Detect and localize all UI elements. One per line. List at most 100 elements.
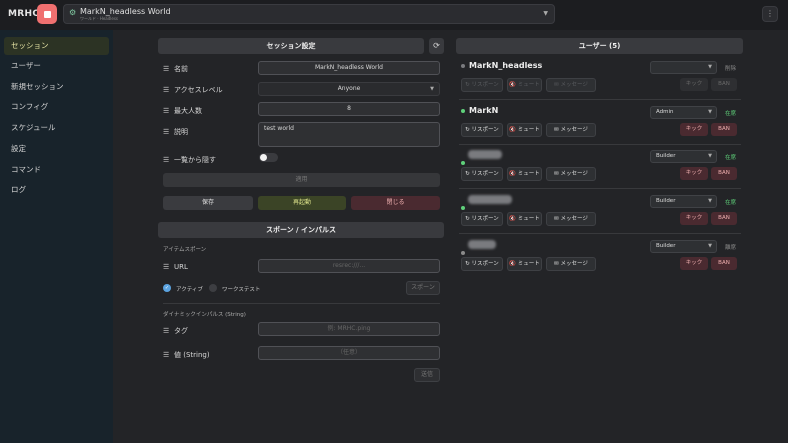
access-level-select[interactable]: Anyone ▼ [258,82,440,96]
name-label: ☰ 名前 [163,64,188,74]
divider [163,303,440,304]
presence-dot [461,108,465,113]
close-session-button[interactable]: 閉じる [351,196,440,210]
apply-button[interactable]: 適用 [163,173,440,187]
message-button[interactable]: ✉ メッセージ [546,78,596,92]
access-label-text: アクセスレベル [174,86,223,94]
presence-status: 在席 [725,200,737,206]
drag-handle-icon: ☰ [163,327,170,335]
mute-button[interactable]: 🔇 ミュート [507,212,542,226]
mute-button[interactable]: 🔇 ミュート [507,78,542,92]
respawn-button[interactable]: ↻ リスポーン [461,212,503,226]
kick-button[interactable]: キック [680,123,708,136]
drag-handle-icon: ☰ [163,107,170,115]
sidebar-item-users[interactable]: ユーザー [4,57,109,75]
ban-button[interactable]: BAN [711,78,737,91]
role-select[interactable]: Admin ▼ [650,106,717,119]
mute-button[interactable]: 🔇 ミュート [507,167,542,181]
worldtest-radio-label: ワークステスト [222,287,261,293]
kick-button[interactable]: キック [680,78,708,91]
refresh-icon[interactable]: ⟳ [429,38,444,54]
send-impulse-button[interactable]: 送信 [414,368,440,382]
sidebar-item-settings[interactable]: 設定 [4,140,109,158]
mute-button[interactable]: 🔇 ミュート [507,123,542,137]
chevron-down-icon: ▼ [708,198,712,204]
respawn-button[interactable]: ↻ リスポーン [461,123,503,137]
tag-label-text: タグ [174,327,188,335]
message-button[interactable]: ✉ メッセージ [546,257,596,271]
drag-handle-icon: ☰ [163,86,170,94]
user-divider [459,188,741,189]
sidebar-item-config[interactable]: コンフィグ [4,98,109,116]
value-label-text: 値 (String) [174,351,210,359]
chevron-down-icon: ▼ [543,10,548,17]
sidebar-item-new-session[interactable]: 新規セッション [4,78,109,96]
presence-dot [461,250,465,255]
chevron-down-icon: ▼ [430,86,434,92]
sidebar-item-session[interactable]: セッション [4,37,109,55]
sidebar-item-logs[interactable]: ログ [4,181,109,199]
ban-button[interactable]: BAN [711,167,737,180]
url-label-text: URL [174,263,188,271]
sidebar-item-commands[interactable]: コマンド [4,161,109,179]
user-divider [459,144,741,145]
ban-button[interactable]: BAN [711,257,737,270]
active-radio[interactable]: ✓ [163,284,171,292]
presence-status: 削除 [725,66,737,72]
sidebar-item-schedule[interactable]: スケジュール [4,119,109,137]
restart-button[interactable]: 再起動 [258,196,346,210]
role-value: Admin [656,109,674,115]
respawn-button[interactable]: ↻ リスポーン [461,78,503,92]
url-input[interactable]: resrec:///... [258,259,440,273]
ban-button[interactable]: BAN [711,212,737,225]
description-label: ☰ 説明 [163,127,188,137]
role-value: Builder [656,153,676,159]
presence-dot [461,63,465,68]
kick-button[interactable]: キック [680,257,708,270]
spawn-button[interactable]: スポーン [406,281,440,295]
user-name-text: MarkN_headless [469,61,543,70]
session-settings-header: セッション設定 [158,38,424,54]
stop-button[interactable] [37,4,57,24]
role-select[interactable]: ▼ [650,61,717,74]
worldtest-radio[interactable] [209,284,217,292]
more-menu-button[interactable]: ⋮ [762,6,778,22]
save-button[interactable]: 保存 [163,196,253,210]
main-content: セッション設定 ⟳ ☰ 名前 MarkN_headless World ☰ アクセス… [113,30,788,443]
session-name-input[interactable]: MarkN_headless World [258,61,440,75]
message-button[interactable]: ✉ メッセージ [546,212,596,226]
presence-status: 離席 [725,245,737,251]
chevron-down-icon: ▼ [708,153,712,159]
world-name: MarkN_headless World [80,7,171,16]
description-label-text: 説明 [174,128,188,136]
respawn-button[interactable]: ↻ リスポーン [461,257,503,271]
user-name: MarkN_headless [461,61,542,70]
chevron-down-icon: ▼ [708,64,712,70]
description-textarea[interactable]: test world [258,122,440,147]
impulse-section-label: ダイナミックインパルス (String) [163,312,246,318]
chevron-down-icon: ▼ [708,243,712,249]
ban-button[interactable]: BAN [711,123,737,136]
max-users-input[interactable]: 8 [258,102,440,116]
app-title: MRHC [8,9,40,19]
name-label-text: 名前 [174,65,188,73]
chevron-down-icon: ▼ [708,109,712,115]
user-name: MarkN [461,106,498,115]
tag-label: ☰ タグ [163,326,188,336]
role-select[interactable]: Builder ▼ [650,240,717,253]
role-select[interactable]: Builder ▼ [650,195,717,208]
world-selector[interactable]: ⚙ MarkN_headless World ワールド · Headless ▼ [63,4,555,24]
tag-input[interactable]: 例: MRHC.ping [258,322,440,336]
user-name-text: MarkN [469,106,499,115]
respawn-button[interactable]: ↻ リスポーン [461,167,503,181]
drag-handle-icon: ☰ [163,351,170,359]
value-input[interactable]: （任意） [258,346,440,360]
item-spawn-section-label: アイテムスポーン [163,247,207,253]
kick-button[interactable]: キック [680,212,708,225]
message-button[interactable]: ✉ メッセージ [546,123,596,137]
hide-from-list-toggle[interactable] [259,153,278,162]
mute-button[interactable]: 🔇 ミュート [507,257,542,271]
role-select[interactable]: Builder ▼ [650,150,717,163]
kick-button[interactable]: キック [680,167,708,180]
message-button[interactable]: ✉ メッセージ [546,167,596,181]
